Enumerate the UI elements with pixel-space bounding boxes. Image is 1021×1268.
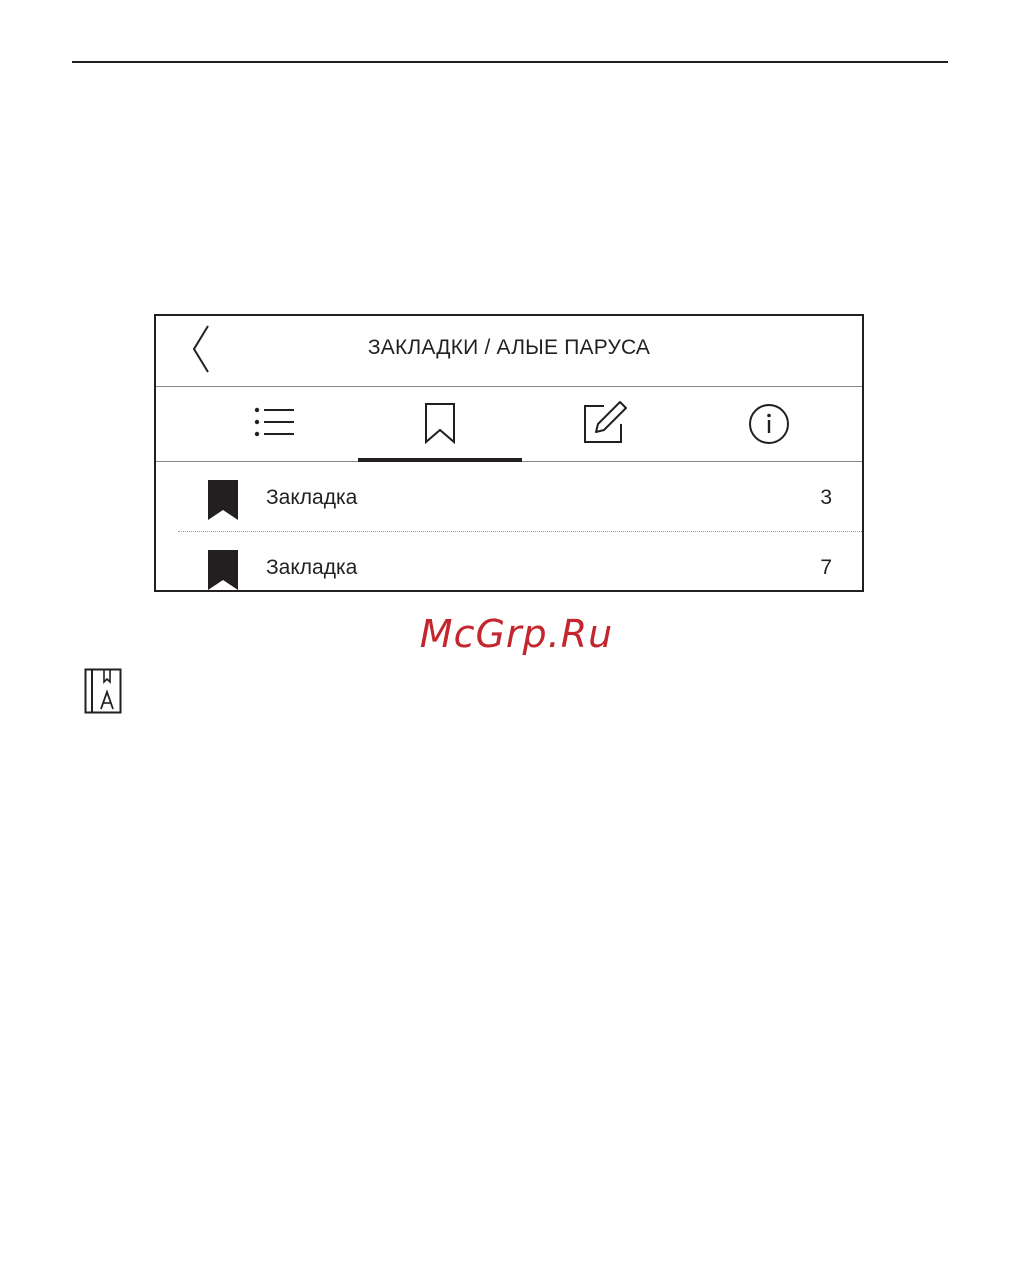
watermark-text: McGrp.Ru	[419, 612, 614, 656]
dictionary-icon	[84, 668, 122, 714]
info-icon	[749, 404, 789, 444]
page-title: ЗАКЛАДКИ / АЛЫЕ ПАРУСА	[367, 336, 651, 359]
tab-bookmarks[interactable]	[358, 386, 522, 462]
bookmark-filled-icon	[208, 480, 238, 520]
list-icon	[254, 407, 294, 437]
bookmark-outline-icon	[425, 403, 455, 444]
bookmark-label: Закладка	[266, 486, 358, 509]
bookmark-label: Закладка	[266, 556, 358, 579]
bookmarks-panel: ЗАКЛАДКИ / АЛЫЕ ПАРУСА Закладка 3 Заклад…	[154, 314, 864, 592]
panel-header: ЗАКЛАДКИ / АЛЫЕ ПАРУСА	[156, 316, 862, 387]
bookmark-row[interactable]: Закладка 7	[156, 532, 862, 602]
bookmark-filled-icon	[208, 550, 238, 590]
tab-notes[interactable]	[524, 386, 684, 461]
tab-bar	[156, 386, 862, 462]
tab-info[interactable]	[686, 386, 856, 461]
bookmark-row[interactable]: Закладка 3	[156, 462, 862, 532]
top-rule	[72, 61, 948, 63]
edit-note-icon	[584, 401, 627, 443]
bookmark-page-number: 3	[820, 486, 832, 509]
tab-contents[interactable]	[196, 386, 356, 461]
bookmark-page-number: 7	[820, 556, 832, 579]
